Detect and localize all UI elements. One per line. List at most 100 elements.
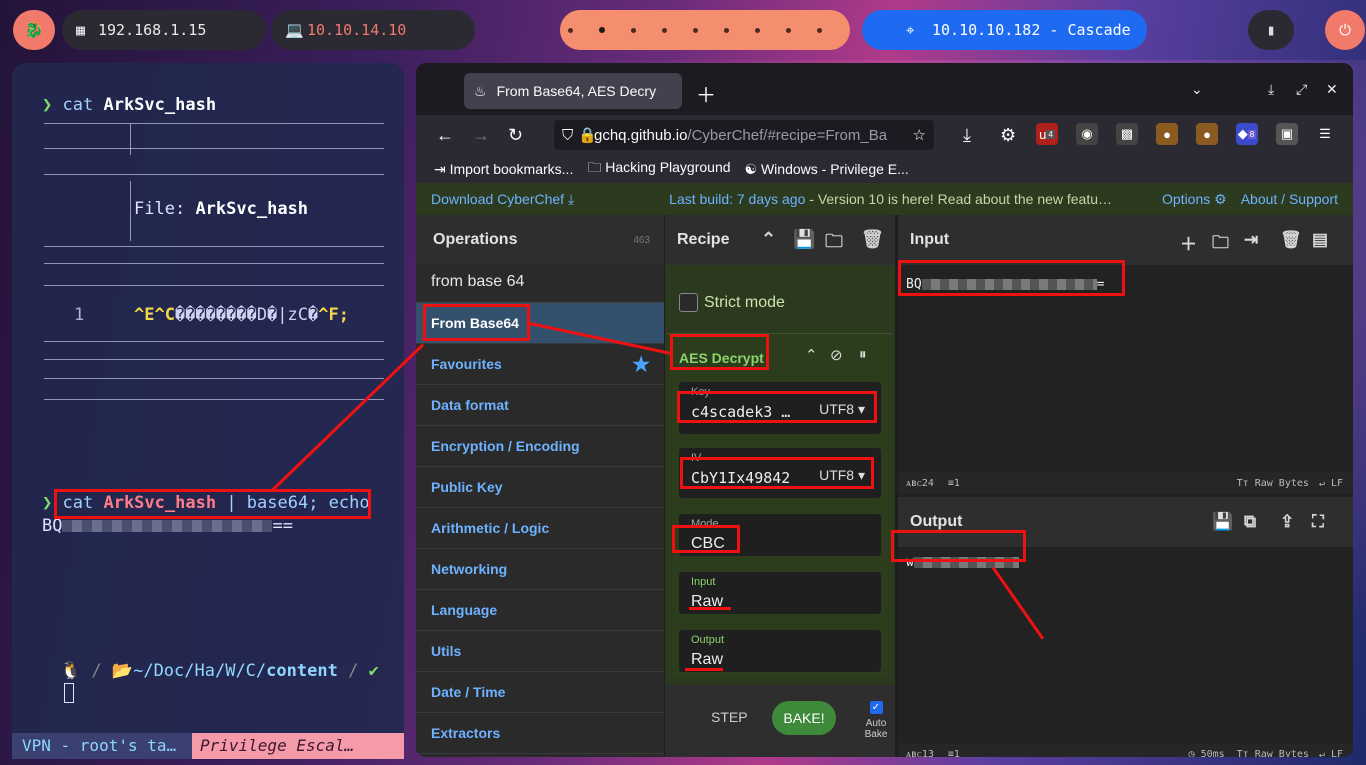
collapse-chevron-icon[interactable]: ⌃ (805, 346, 818, 364)
input-textarea[interactable]: BQ = (906, 277, 1104, 292)
key-value[interactable]: c4scadek3 … (691, 403, 790, 421)
download-cyberchef-link[interactable]: Download CyberChef ⤓ (431, 191, 574, 208)
auto-bake-checkbox[interactable]: ✓ Auto Bake (857, 701, 895, 740)
checkbox-box[interactable] (679, 293, 698, 312)
workspace-dot[interactable] (817, 27, 822, 33)
mode-value[interactable]: CBC (691, 535, 725, 553)
copy-icon[interactable]: ⧉ (1244, 512, 1256, 532)
cookie-icon[interactable]: ● (1156, 123, 1178, 145)
checkbox-checked-icon[interactable]: ✓ (869, 701, 883, 714)
hamburger-menu-icon[interactable]: ☰ (1314, 123, 1336, 145)
bat-border (44, 341, 384, 342)
new-tab-plus-icon[interactable]: ＋ (696, 79, 716, 108)
trash-icon[interactable]: 🗑 (861, 229, 884, 250)
operations-search-input[interactable]: from base 64 (416, 265, 664, 303)
tab-list-chevron-icon[interactable]: ⌄ (1191, 81, 1203, 98)
op-category-extractors[interactable]: Extractors (416, 713, 664, 754)
terminal-cmd-1: ❯ cat ArkSvc_hash (42, 95, 216, 115)
workspace-dot[interactable] (631, 27, 636, 33)
bake-button[interactable]: BAKE! (772, 701, 836, 735)
file-label: File: (134, 199, 186, 219)
bookmark-label: Import bookmarks... (449, 160, 574, 177)
save-icon[interactable]: 💾 (793, 229, 815, 250)
extensions-puzzle-icon[interactable]: ⚙ (1000, 125, 1016, 146)
minimize-icon[interactable]: ⤓ (1268, 81, 1274, 98)
op-category-utils[interactable]: Utils (416, 631, 664, 672)
workspace-dot[interactable] (724, 27, 729, 33)
step-button[interactable]: STEP (711, 709, 748, 725)
iv-encoding-dropdown[interactable]: UTF8 ▾ (819, 467, 865, 484)
tab-bar: ♨ From Base64, AES Decrypt ＋ ⌄ ⤓ ⤢ ✕ (416, 63, 1353, 115)
reload-icon[interactable]: ↻ (508, 125, 523, 146)
about-support-link[interactable]: About / Support (1241, 191, 1338, 207)
input-header: Input ＋ 🗀 ⇥ 🗑 ▤ (898, 215, 1353, 265)
downloads-icon[interactable]: ⤓ (963, 125, 971, 146)
workspace-dot-current[interactable] (599, 27, 605, 33)
strict-mode-checkbox[interactable]: Strict mode (679, 293, 785, 312)
pause-icon[interactable]: ⏸ (859, 346, 867, 363)
workspace-dot[interactable] (786, 27, 791, 33)
bookmark-star-icon[interactable]: ☆ (913, 126, 926, 144)
qr-code-icon[interactable]: ▩ (1116, 123, 1138, 145)
add-tab-plus-icon[interactable]: ＋ (1180, 230, 1197, 255)
output-format-field[interactable]: Output Raw (679, 630, 881, 672)
terminal-window[interactable]: ❯ cat ArkSvc_hash File: ArkSvc_hash 1 ^E… (12, 63, 404, 758)
extension-icon[interactable]: ▣ (1276, 123, 1298, 145)
laptop-icon: 💻 (285, 21, 304, 39)
op-favourites[interactable]: Favourites ★ (416, 344, 664, 385)
workspace-dot[interactable] (693, 27, 698, 33)
options-link[interactable]: Options ⚙ (1162, 191, 1227, 208)
op-category-language[interactable]: Language (416, 590, 664, 631)
op-category-encryption[interactable]: Encryption / Encoding (416, 426, 664, 467)
output-format-value[interactable]: Raw (691, 651, 723, 669)
iv-value[interactable]: CbY1Ix49842 (691, 469, 790, 487)
op-category-data-format[interactable]: Data format (416, 385, 664, 426)
workspace-dot[interactable] (755, 27, 760, 33)
b64-suffix: == (272, 516, 293, 536)
workspace-switcher[interactable] (560, 10, 850, 50)
fullscreen-icon[interactable]: ⛶ (1312, 512, 1324, 532)
glasses-extension-icon[interactable]: ◉ (1076, 123, 1098, 145)
kali-dragon-icon: 🐉 (24, 21, 44, 39)
bat-file-header: File: ArkSvc_hash (134, 199, 308, 219)
forward-arrow-icon[interactable]: → (472, 125, 490, 146)
output-textarea[interactable]: w (906, 555, 1019, 570)
mode-field[interactable]: Mode CBC (679, 514, 881, 556)
folder-icon[interactable]: 🗀 (825, 229, 843, 259)
tab-cyberchef[interactable]: ♨ From Base64, AES Decrypt (464, 73, 682, 109)
workspace-dot[interactable] (662, 27, 667, 33)
recipe-title: Recipe (677, 231, 730, 248)
layout-icon[interactable]: ▤ (1312, 230, 1328, 250)
key-field[interactable]: Key c4scadek3 … UTF8 ▾ (679, 382, 881, 434)
wappalyzer-icon[interactable]: ◆ 8 (1236, 123, 1258, 145)
bookmark-windows-privesc[interactable]: ☯ Windows - Privilege E... (745, 161, 909, 178)
iv-field[interactable]: IV CbY1Ix49842 UTF8 ▾ (679, 448, 881, 498)
open-file-icon[interactable]: ⇥ (1244, 230, 1258, 250)
open-folder-icon[interactable]: 🗀 (1212, 230, 1229, 259)
tab-title: From Base64, AES Decrypt (496, 83, 657, 99)
disable-icon[interactable]: ⊘ (830, 346, 843, 364)
workspace-dot[interactable] (568, 27, 573, 33)
op-category-public-key[interactable]: Public Key (416, 467, 664, 508)
cookie-editor-icon[interactable]: ● (1196, 123, 1218, 145)
save-icon[interactable]: 💾 (1212, 512, 1233, 532)
trash-icon[interactable]: 🗑 (1280, 230, 1302, 250)
kali-menu-button[interactable]: 🐉 (13, 10, 55, 50)
url-bar[interactable]: ⛉ 🔒 gchq.github.io/CyberChef/#recipe=Fro… (554, 120, 934, 150)
maximize-icon[interactable]: ⤢ (1296, 81, 1307, 98)
op-category-date-time[interactable]: Date / Time (416, 672, 664, 713)
key-encoding-dropdown[interactable]: UTF8 ▾ (819, 401, 865, 418)
op-category-arithmetic[interactable]: Arithmetic / Logic (416, 508, 664, 549)
build-notice[interactable]: Last build: 7 days ago - Version 10 is h… (669, 191, 1112, 207)
back-arrow-icon[interactable]: ← (436, 125, 454, 146)
op-category-networking[interactable]: Networking (416, 549, 664, 590)
replace-input-icon[interactable]: ⇪ (1280, 512, 1294, 532)
firefox-window[interactable]: ♨ From Base64, AES Decrypt ＋ ⌄ ⤓ ⤢ ✕ ← →… (416, 63, 1353, 757)
ublock-icon[interactable]: u4 (1036, 123, 1058, 145)
bookmark-import[interactable]: ⇥ Import bookmarks... (434, 161, 573, 178)
power-button[interactable]: ⏻ (1325, 10, 1365, 50)
url-path: /CyberChef/#recipe=From_Ba (687, 126, 888, 144)
close-icon[interactable]: ✕ (1326, 81, 1338, 98)
bookmark-hacking-playground[interactable]: 🗀 Hacking Playground (587, 157, 730, 181)
collapse-chevron-icon[interactable]: ⌃ (761, 229, 776, 250)
